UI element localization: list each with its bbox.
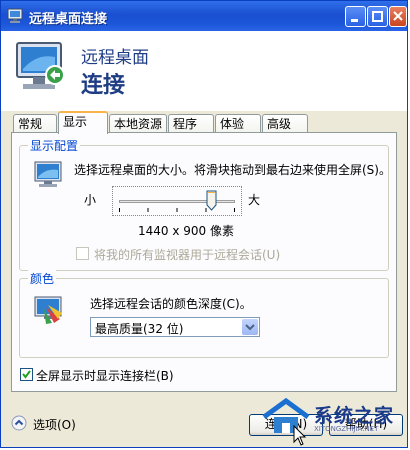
- color-depth-select[interactable]: 最高质量(32 位): [90, 317, 260, 337]
- minimize-icon: [351, 19, 358, 22]
- multi-monitor-label: 将我的所有监视器用于远程会话(U): [94, 248, 281, 262]
- display-description: 选择远程桌面的大小。将滑块拖动到最右边来使用全屏(S)。: [74, 163, 391, 177]
- display-config-legend: 显示配置: [28, 137, 81, 154]
- color-depth-value: 最高质量(32 位): [95, 322, 184, 336]
- tab-experience[interactable]: 体验: [215, 114, 261, 133]
- close-icon: [393, 11, 403, 21]
- header-title-line1: 远程桌面: [81, 48, 149, 68]
- slider-track: [119, 200, 235, 203]
- tab-general[interactable]: 常规: [13, 114, 57, 133]
- slider-large-label: 大: [248, 193, 261, 207]
- screen-size-slider[interactable]: [112, 186, 242, 216]
- display-tab-panel: 显示配置 选择远程桌面的大小。将滑块拖动到最右边来使用全屏(S)。 小 大 14…: [11, 132, 397, 392]
- color-description: 选择远程会话的颜色深度(C)。: [90, 297, 252, 311]
- display-monitor-icon: [34, 161, 62, 187]
- watermark-subtext: XITONGZHIJIA.NET: [314, 425, 379, 433]
- dialog-header: 远程桌面 连接: [1, 31, 407, 111]
- dropdown-button[interactable]: [242, 319, 258, 335]
- tab-local-resources[interactable]: 本地资源: [109, 114, 167, 133]
- resolution-label: 1440 x 900 像素: [138, 224, 234, 238]
- remote-desktop-window: 远程桌面连接 远程桌面 连接 常规 显示 本地资源 程序 体验 高级 显示配置 …: [0, 0, 408, 448]
- chevron-down-icon: [245, 324, 255, 331]
- tab-programs[interactable]: 程序: [168, 114, 214, 133]
- window-title: 远程桌面连接: [29, 12, 108, 27]
- color-palette-icon: [34, 296, 62, 324]
- expand-up-icon: [11, 415, 27, 431]
- tab-display[interactable]: 显示: [58, 111, 108, 134]
- remote-desktop-app-icon: [7, 8, 23, 23]
- close-button[interactable]: [389, 6, 407, 27]
- display-config-group: 显示配置 选择远程桌面的大小。将滑块拖动到最右边来使用全屏(S)。 小 大 14…: [19, 137, 391, 271]
- minimize-button[interactable]: [345, 6, 366, 27]
- color-legend: 颜色: [28, 270, 57, 287]
- watermark-text: 系统之家: [314, 405, 395, 427]
- color-group: 颜色 选择远程会话的颜色深度(C)。 最高质量(32 位): [19, 270, 389, 358]
- slider-small-label: 小: [84, 193, 97, 207]
- show-connection-bar-label: 全屏显示时显示连接栏(B): [36, 369, 174, 383]
- maximize-button[interactable]: [367, 6, 388, 27]
- checkmark-icon: [22, 370, 31, 379]
- site-watermark: 系统之家 XITONGZHIJIA.NET: [256, 393, 410, 441]
- slider-thumb[interactable]: [206, 190, 217, 211]
- mouse-cursor-icon: [293, 425, 307, 446]
- multi-monitor-checkbox[interactable]: [76, 247, 89, 260]
- slider-ticks: [119, 208, 235, 212]
- header-title-line2: 连接: [81, 73, 126, 98]
- tab-advanced[interactable]: 高级: [262, 114, 308, 133]
- maximize-icon: [372, 11, 383, 22]
- show-connection-bar-checkbox[interactable]: [20, 368, 33, 381]
- title-bar[interactable]: 远程桌面连接: [1, 1, 407, 31]
- remote-desktop-monitor-icon: [16, 42, 65, 89]
- options-label: 选项(O): [33, 418, 76, 432]
